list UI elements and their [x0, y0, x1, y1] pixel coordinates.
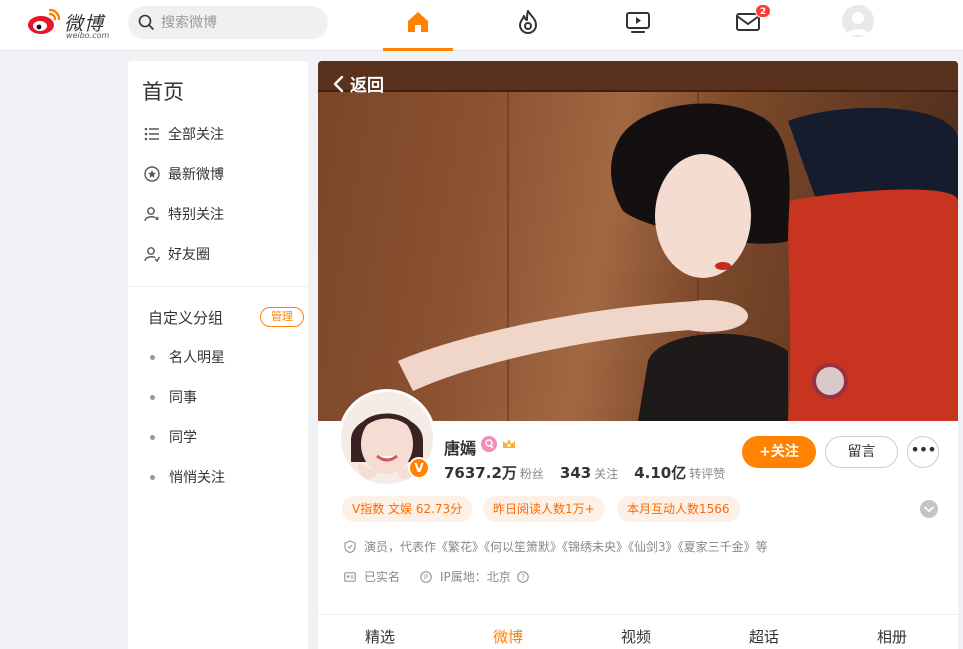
tab-supertopic[interactable]: 超话 [749, 626, 779, 647]
tabs-divider [318, 614, 958, 615]
follow-button[interactable]: +关注 [742, 436, 816, 468]
svg-text:?: ? [521, 572, 525, 581]
messages-badge: 2 [755, 4, 771, 18]
tab-album[interactable]: 相册 [877, 626, 907, 647]
following-count[interactable]: 343 [560, 464, 591, 482]
sidebar-item-latest[interactable]: 最新微博 [144, 162, 224, 186]
location-icon: P [420, 570, 432, 583]
real-name-status: 已实名 [364, 570, 401, 584]
search-box[interactable] [128, 6, 328, 39]
bullet-dot [150, 394, 155, 400]
bio-text: 演员，代表作《繁花》《何以笙箫默》《锦绣未央》《仙剑3》《夏家三千金》等 [364, 540, 768, 554]
ip-location: IP属地：北京 [440, 570, 511, 584]
chevron-down-icon [924, 506, 934, 513]
profile-stats: 7637.2万 粉丝 343 关注 4.10亿 转评赞 [444, 462, 741, 483]
top-bar: 微博 weibo.com 2 [0, 0, 963, 51]
followers-count[interactable]: 7637.2万 [444, 462, 517, 483]
help-icon[interactable]: ? [516, 570, 529, 583]
logo-subtext: weibo.com [66, 31, 110, 40]
search-icon [138, 14, 154, 30]
sidebar-title: 首页 [142, 80, 184, 104]
home-active-indicator [383, 48, 453, 51]
id-card-icon [344, 571, 356, 582]
sidebar-item-all-following[interactable]: 全部关注 [144, 122, 224, 146]
cover-photo: 返回 [318, 61, 958, 421]
user-star-icon [144, 207, 160, 222]
tab-video[interactable]: 视频 [621, 626, 651, 647]
reposts-count: 4.10亿 [634, 464, 687, 482]
v-index-tag[interactable]: V指数 文娱 62.73分 [342, 496, 473, 522]
group-item-label: 同事 [169, 390, 197, 406]
weibo-logo[interactable]: 微博 weibo.com [26, 6, 118, 40]
video-icon[interactable] [624, 8, 652, 36]
sidebar-item-label: 特别关注 [168, 207, 224, 223]
back-button[interactable]: 返回 [332, 71, 384, 96]
sidebar-divider [128, 286, 308, 287]
left-sidebar: 首页 全部关注 最新微博 特别关注 好友圈 自定义分组 管理 名人明星 同事 同… [128, 61, 308, 649]
sidebar-item-label: 全部关注 [168, 127, 224, 143]
group-item[interactable]: 同事 [150, 387, 197, 407]
tab-featured[interactable]: 精选 [365, 626, 395, 647]
custom-groups-title: 自定义分组 [148, 309, 224, 327]
more-options-button[interactable]: ••• [907, 436, 939, 468]
group-item-label: 名人明星 [169, 350, 225, 366]
users-icon [144, 247, 160, 262]
verified-badge: V [408, 457, 430, 479]
weibo-logo-icon [28, 8, 61, 34]
sidebar-item-friends[interactable]: 好友圈 [144, 242, 210, 266]
followers-label: 粉丝 [519, 467, 544, 481]
group-item-label: 悄悄关注 [169, 470, 225, 486]
home-icon[interactable] [404, 8, 432, 36]
monthly-interactions-tag[interactable]: 本月互动人数1566 [617, 496, 740, 522]
profile-card: 返回 V 唐嫣 7637.2万 粉丝 343 关注 4.10亿 转评赞 +关注 … [318, 61, 958, 649]
crown-badge-icon[interactable] [501, 436, 517, 452]
sidebar-item-label: 最新微博 [168, 167, 224, 183]
expand-info-button[interactable] [920, 500, 938, 518]
identity-line: 已实名 P IP属地：北京 ? [344, 568, 537, 585]
manage-groups-button[interactable]: 管理 [260, 307, 304, 327]
bio-line: 演员，代表作《繁花》《何以笙箫默》《锦绣未央》《仙剑3》《夏家三千金》等 [344, 538, 768, 555]
svg-text:P: P [424, 573, 428, 581]
sidebar-item-special[interactable]: 特别关注 [144, 202, 224, 226]
list-icon [144, 127, 159, 141]
following-label: 关注 [594, 467, 619, 481]
default-avatar-icon [847, 12, 869, 35]
back-label: 返回 [350, 76, 384, 96]
daily-readers-tag[interactable]: 昨日阅读人数1万+ [483, 496, 605, 522]
user-avatar[interactable] [842, 5, 874, 37]
bullet-dot [150, 474, 155, 480]
profile-name: 唐嫣 [444, 439, 477, 458]
chevron-left-icon [333, 75, 344, 92]
sidebar-item-label: 好友圈 [168, 247, 210, 263]
tab-weibo[interactable]: 微博 [493, 626, 523, 647]
star-circle-icon [144, 166, 160, 182]
group-item[interactable]: 名人明星 [150, 347, 225, 367]
message-button[interactable]: 留言 [825, 436, 898, 468]
group-item-label: 同学 [169, 430, 197, 446]
member-level-icon[interactable] [481, 436, 497, 452]
group-item[interactable]: 同学 [150, 427, 197, 447]
bullet-dot [150, 434, 155, 440]
search-input[interactable] [161, 6, 321, 39]
shield-icon [344, 540, 356, 553]
group-item[interactable]: 悄悄关注 [150, 467, 225, 487]
cover-photo-illustration [318, 61, 958, 421]
bullet-dot [150, 354, 155, 360]
reposts-label: 转评赞 [689, 467, 726, 481]
hot-fire-icon[interactable] [514, 8, 542, 36]
